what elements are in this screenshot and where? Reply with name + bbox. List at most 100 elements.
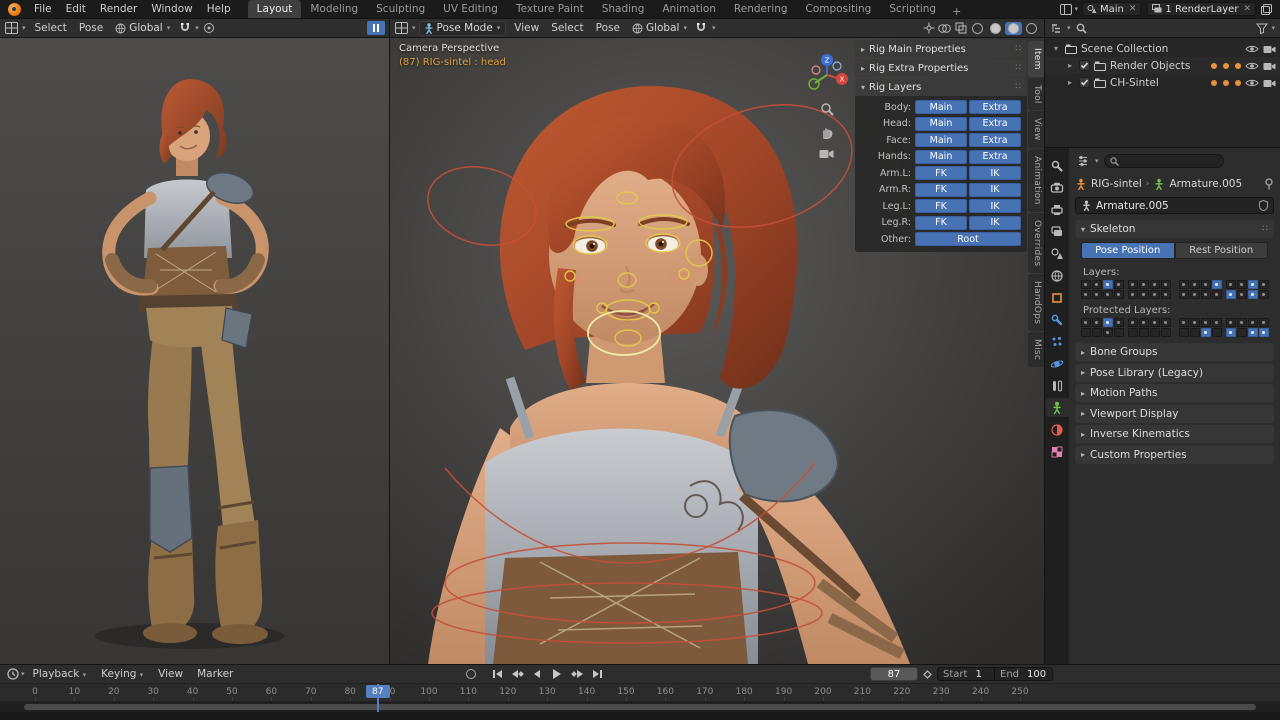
hide-in-viewport-eye-icon[interactable] [1245,44,1259,54]
protected-layer-toggle-10[interactable] [1190,318,1200,327]
timeline-menu-marker[interactable]: Marker [190,665,240,683]
breadcrumb-object[interactable]: RIG-sintel [1091,178,1142,190]
properties-section-bone-groups[interactable]: ▸Bone Groups [1075,343,1274,361]
editor-type-caret[interactable]: ▾ [1095,157,1099,165]
disable-in-renders-camera-icon[interactable] [1263,44,1276,54]
properties-tab-constraints[interactable] [1046,376,1069,395]
layer-toggle-2[interactable] [1092,280,1102,289]
drag-grip-icon[interactable]: ∷ [1015,44,1021,54]
workspace-tab-layout[interactable]: Layout [248,0,302,18]
protected-layer-toggle-16[interactable] [1259,328,1269,337]
protected-layer-toggle-11[interactable] [1201,328,1211,337]
sidebar-tab-item[interactable]: Item [1028,41,1044,77]
rig-layers-panel-header[interactable]: ▾ Rig Layers ∷ [855,78,1027,96]
zoom-icon[interactable] [820,102,834,116]
menu-edit[interactable]: Edit [59,0,93,18]
rig-button-arm-r-ik[interactable]: IK [969,183,1021,197]
skeleton-panel-header[interactable]: ▾ Skeleton ∷ [1075,220,1274,238]
layer-toggle-13[interactable] [1226,290,1236,299]
menu-window[interactable]: Window [144,0,199,18]
current-frame-field[interactable]: 87 [870,667,918,681]
protected-layer-toggle-12[interactable] [1212,328,1222,337]
workspace-tab-animation[interactable]: Animation [653,0,725,18]
layer-toggle-7[interactable] [1150,280,1160,289]
workspace-tab-compositing[interactable]: Compositing [797,0,881,18]
toggle-xray-icon[interactable] [953,21,968,35]
properties-tab-texture[interactable] [1046,442,1069,461]
navigation-gizmo[interactable]: Z X [804,52,850,98]
collection-checkbox[interactable] [1079,60,1090,71]
rig-button-hands-main[interactable]: Main [915,150,967,164]
snapping-magnet-icon[interactable] [177,21,192,35]
viewport-3d-left[interactable] [0,38,389,664]
transport-prev-keyframe-button[interactable] [508,667,526,681]
layer-toggle-2[interactable] [1092,290,1102,299]
rig-button-other-root[interactable]: Root [915,232,1021,246]
drag-grip-icon[interactable]: ∷ [1015,63,1021,73]
transform-orientation-dropdown[interactable]: Global ▾ [111,21,175,36]
scene-selector[interactable]: Main ✕ [1082,2,1141,16]
editor-type-caret[interactable]: ▾ [412,24,416,32]
drag-grip-icon[interactable]: ∷ [1015,82,1021,92]
protected-layer-toggle-6[interactable] [1139,328,1149,337]
sidebar-tab-tool[interactable]: Tool [1028,78,1044,111]
disable-in-renders-camera-icon[interactable] [1263,61,1276,71]
protected-layer-toggle-5[interactable] [1128,318,1138,327]
properties-tab-physics[interactable] [1046,354,1069,373]
properties-tab-scene[interactable] [1046,244,1069,263]
outliner-row-render-objects[interactable]: ▸Render Objects [1045,57,1280,74]
rig-button-head-extra[interactable]: Extra [969,117,1021,131]
protected-layer-toggle-7[interactable] [1150,318,1160,327]
protected-layer-toggle-13[interactable] [1226,318,1236,327]
editor-type-outliner-icon[interactable] [1049,21,1064,35]
protected-layer-toggle-4[interactable] [1114,328,1124,337]
outliner-row-ch-sintel[interactable]: ▸CH-Sintel [1045,74,1280,91]
layer-toggle-16[interactable] [1259,290,1269,299]
add-workspace-button[interactable]: + [945,5,968,18]
properties-section-motion-paths[interactable]: ▸Motion Paths [1075,384,1274,402]
protected-layer-toggle-12[interactable] [1212,318,1222,327]
collection-checkbox[interactable] [1079,77,1090,88]
menu-select[interactable]: Select [545,20,589,36]
rig-button-head-main[interactable]: Main [915,117,967,131]
protected-layer-toggle-1[interactable] [1081,328,1091,337]
armature-name-input[interactable] [1096,200,1255,212]
menu-file[interactable]: File [27,0,59,18]
filter-caret[interactable]: ▾ [1271,24,1275,32]
move-view-hand-icon[interactable] [820,125,834,139]
show-gizmo-icon[interactable] [921,21,936,35]
layer-toggle-10[interactable] [1190,280,1200,289]
layer-toggle-3[interactable] [1103,290,1113,299]
protected-layer-toggle-8[interactable] [1161,318,1171,327]
rig-button-leg-l-fk[interactable]: FK [915,199,967,213]
properties-tab-material[interactable] [1046,420,1069,439]
snapping-magnet-icon[interactable] [694,21,709,35]
mode-dropdown[interactable]: Pose Mode ▾ [419,21,507,36]
rig-button-body-main[interactable]: Main [915,100,967,114]
proportional-editing-icon[interactable] [202,21,217,35]
transport-next-keyframe-button[interactable] [568,667,586,681]
editor-type-3d-viewport-icon[interactable] [4,21,19,35]
layer-toggle-16[interactable] [1259,280,1269,289]
layer-toggle-15[interactable] [1248,290,1258,299]
screen-layout-icon[interactable] [1058,2,1073,16]
layer-toggle-9[interactable] [1179,280,1189,289]
layer-toggle-5[interactable] [1128,290,1138,299]
workspace-tab-scripting[interactable]: Scripting [880,0,945,18]
protected-layer-toggle-7[interactable] [1150,328,1160,337]
timeline-scrollbar[interactable] [0,702,1280,712]
protected-layer-toggle-10[interactable] [1190,328,1200,337]
rig-button-arm-l-ik[interactable]: IK [969,166,1021,180]
sidebar-tab-animation[interactable]: Animation [1028,149,1044,212]
protected-layer-toggle-16[interactable] [1259,318,1269,327]
workspace-tab-rendering[interactable]: Rendering [725,0,797,18]
shading-rendered-button[interactable] [1023,22,1040,35]
layer-toggle-10[interactable] [1190,290,1200,299]
hide-in-viewport-eye-icon[interactable] [1245,78,1259,88]
properties-tab-modifiers[interactable] [1046,310,1069,329]
workspace-tab-sculpting[interactable]: Sculpting [367,0,434,18]
protected-layer-toggle-3[interactable] [1103,318,1113,327]
properties-tab-view-layer[interactable] [1046,222,1069,241]
pin-icon[interactable] [1264,178,1274,190]
layer-toggle-8[interactable] [1161,280,1171,289]
